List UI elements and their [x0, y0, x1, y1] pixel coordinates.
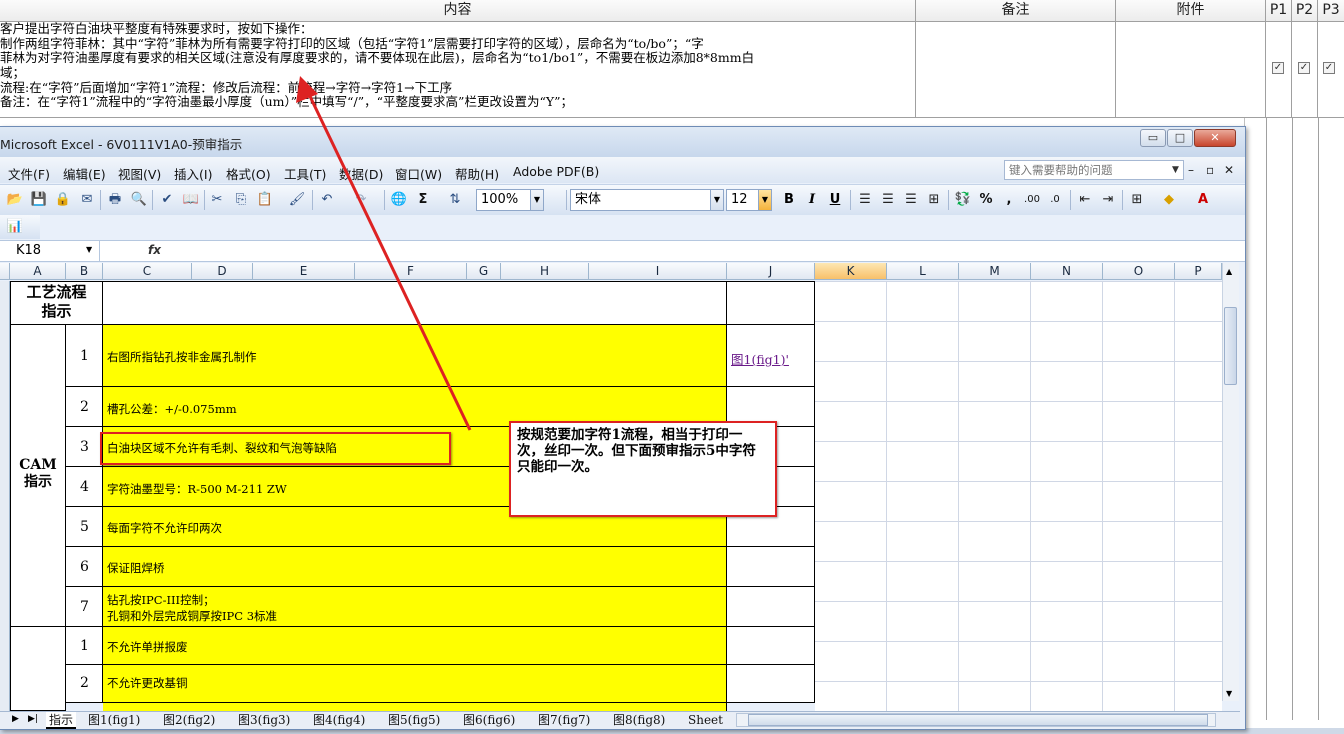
annotation-arrow [296, 76, 472, 431]
